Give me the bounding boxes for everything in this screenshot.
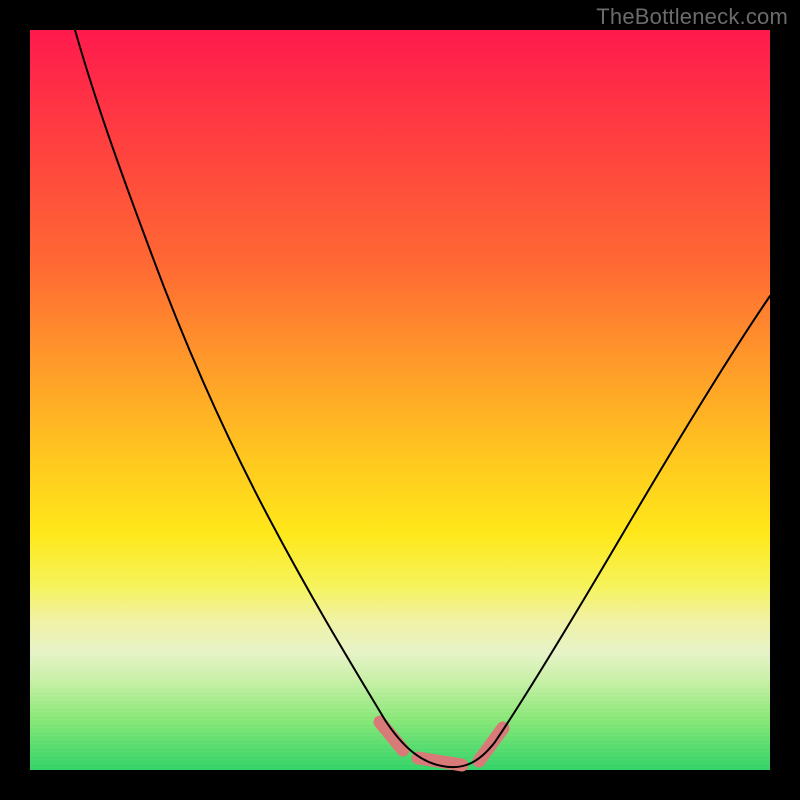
watermark: TheBottleneck.com	[596, 4, 788, 30]
min-highlight-group	[380, 722, 503, 765]
highlight-segment-left	[380, 722, 403, 750]
curve-svg	[30, 30, 770, 770]
bottleneck-curve	[75, 30, 770, 767]
plot-area	[30, 30, 770, 770]
chart-frame: TheBottleneck.com	[0, 0, 800, 800]
